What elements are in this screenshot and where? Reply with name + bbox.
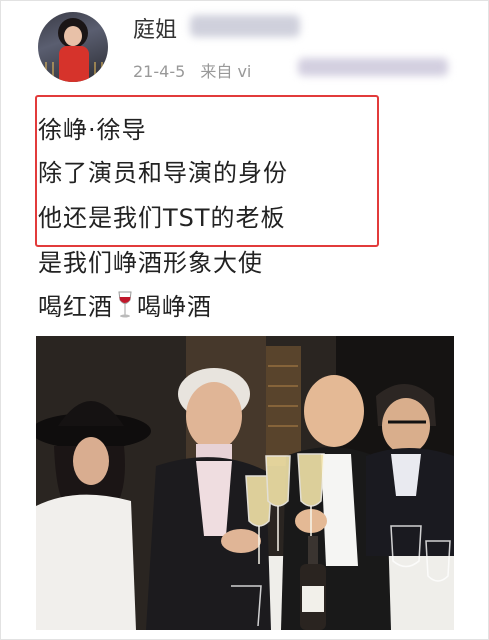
avatar[interactable]	[38, 12, 108, 82]
blurred-source	[298, 58, 448, 76]
post-line-1: 徐峥·徐导	[38, 116, 147, 144]
post-meta: 21-4-5 来自 vi	[133, 58, 251, 82]
post-date: 21-4-5	[133, 62, 186, 81]
post-line-5-part1: 喝红酒	[38, 293, 113, 321]
author-name[interactable]: 庭姐	[133, 12, 177, 44]
wine-glass-icon	[117, 291, 133, 325]
post-line-5-part2: 喝峥酒	[137, 293, 212, 321]
post-source: 来自 vi	[200, 62, 252, 81]
post-line-2: 除了演员和导演的身份	[38, 159, 288, 187]
post-line-3: 他还是我们TST的老板	[38, 204, 286, 232]
post-line-4: 是我们峥酒形象大使	[38, 249, 263, 277]
post-line-5: 喝红酒 喝峥酒	[38, 287, 212, 325]
blurred-name-suffix	[190, 15, 300, 37]
group-photo-illustration	[36, 336, 454, 630]
group-photo[interactable]	[36, 336, 454, 630]
